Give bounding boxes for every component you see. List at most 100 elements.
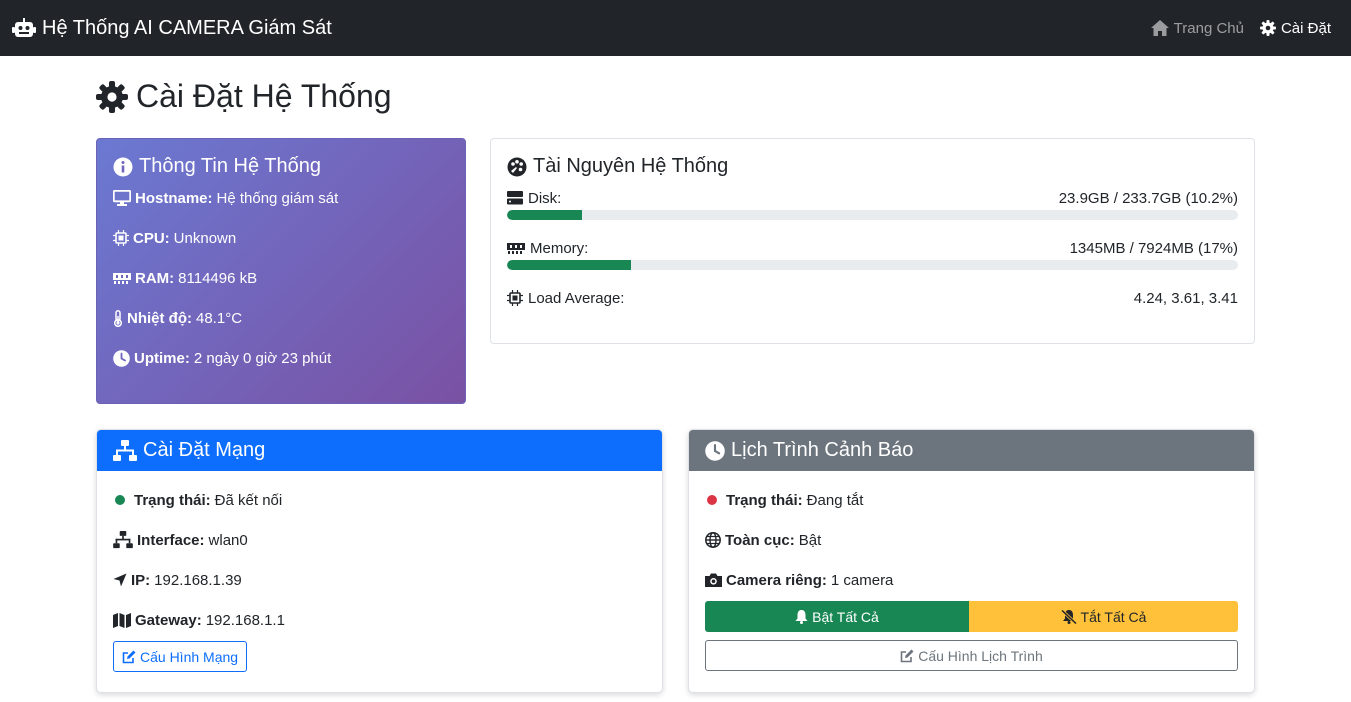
- uptime-row: Uptime: 2 ngày 0 giờ 23 phút: [113, 347, 449, 369]
- brand-title: Hệ Thống AI CAMERA Giám Sát: [42, 16, 332, 39]
- map-icon: [113, 612, 131, 628]
- alert-toggle-group: Bật Tất Cả Tắt Tất Cả: [705, 601, 1238, 632]
- network-title: Cài Đặt Mạng: [143, 439, 266, 461]
- info-icon: [113, 157, 133, 176]
- schedule-header: Lịch Trình Cảnh Báo: [689, 430, 1254, 471]
- disk-label: Disk:: [528, 189, 562, 207]
- thermometer-icon: [113, 309, 123, 327]
- load-value: 4.24, 3.61, 3.41: [1133, 289, 1238, 307]
- desktop-icon: [113, 190, 131, 206]
- hostname-value: Hệ thống giám sát: [216, 189, 339, 207]
- global-label: Toàn cục:: [725, 531, 795, 549]
- gateway-value: 192.168.1.1: [205, 611, 285, 629]
- disk-progress-bar: [507, 210, 1238, 220]
- robot-icon: [12, 18, 36, 37]
- palette-icon: [507, 157, 527, 176]
- ram-value: 8114496 kB: [178, 269, 258, 287]
- hard-drive-icon: [507, 191, 523, 205]
- edit-icon: [122, 650, 136, 663]
- home-icon: [1150, 20, 1169, 36]
- network-header: Cài Đặt Mạng: [97, 430, 662, 471]
- network-status-label: Trạng thái:: [134, 491, 211, 509]
- cpu-icon: [507, 290, 523, 306]
- ip-value: 192.168.1.39: [154, 571, 242, 589]
- location-arrow-icon: [113, 573, 127, 587]
- brand[interactable]: Hệ Thống AI CAMERA Giám Sát: [12, 17, 332, 40]
- gateway-label: Gateway:: [135, 611, 202, 629]
- load-label: Load Average:: [528, 289, 625, 307]
- system-info-header: Thông Tin Hệ Thống: [113, 155, 449, 178]
- memory-progress-bar: [507, 260, 1238, 270]
- navbar: Hệ Thống AI CAMERA Giám Sát Trang Chủ Cà…: [0, 0, 1351, 56]
- ip-row: IP: 192.168.1.39: [113, 569, 646, 591]
- hostname-row: Hostname: Hệ thống giám sát: [113, 187, 449, 209]
- temperature-label: Nhiệt độ:: [127, 309, 192, 327]
- schedule-card: Lịch Trình Cảnh Báo Trạng thái: Đang tắt…: [688, 429, 1255, 693]
- uptime-label: Uptime:: [134, 349, 190, 367]
- schedule-config-button[interactable]: Cấu Hình Lịch Trình: [705, 640, 1238, 671]
- gateway-row: Gateway: 192.168.1.1: [113, 609, 646, 631]
- temperature-row: Nhiệt độ: 48.1°C: [113, 307, 449, 329]
- disable-all-label: Tắt Tất Cả: [1080, 608, 1147, 625]
- nav-links: Trang Chủ Cài Đặt: [1135, 20, 1331, 37]
- hostname-label: Hostname:: [135, 189, 213, 207]
- load-row: Load Average: 4.24, 3.61, 3.41: [507, 287, 1238, 309]
- resources-title: Tài Nguyên Hệ Thống: [533, 155, 729, 177]
- network-config-label: Cấu Hình Mạng: [140, 648, 239, 665]
- nav-home-link[interactable]: Trang Chủ: [1150, 19, 1244, 37]
- camera-row: Camera riêng: 1 camera: [705, 569, 1238, 591]
- ip-label: IP:: [131, 571, 151, 589]
- memory-icon: [113, 273, 131, 284]
- schedule-status-value: Đang tắt: [806, 491, 864, 509]
- network-status-row: Trạng thái: Đã kết nối: [113, 489, 646, 511]
- bell-icon: [795, 609, 808, 624]
- page-title-text: Cài Đặt Hệ Thống: [136, 78, 392, 114]
- schedule-status-row: Trạng thái: Đang tắt: [705, 489, 1238, 511]
- memory-row: Memory: 1345MB / 7924MB (17%): [507, 237, 1238, 259]
- network-config-button[interactable]: Cấu Hình Mạng: [113, 641, 248, 672]
- camera-icon: [705, 573, 722, 587]
- disable-all-button[interactable]: Tắt Tất Cả: [969, 601, 1238, 632]
- status-dot: [115, 495, 125, 505]
- status-dot: [707, 495, 717, 505]
- gear-icon: [96, 80, 128, 113]
- interface-value: wlan0: [208, 531, 248, 549]
- schedule-config-label: Cấu Hình Lịch Trình: [918, 647, 1043, 664]
- schedule-status-label: Trạng thái:: [726, 491, 803, 509]
- cpu-icon: [113, 230, 129, 246]
- global-row: Toàn cục: Bật: [705, 529, 1238, 551]
- clock-icon: [705, 440, 725, 461]
- clock-icon: [113, 349, 130, 367]
- system-info-title: Thông Tin Hệ Thống: [139, 155, 321, 177]
- network-card: Cài Đặt Mạng Trạng thái: Đã kết nối Inte…: [96, 429, 663, 693]
- temperature-value: 48.1°C: [196, 309, 243, 327]
- disk-progress-fill: [507, 210, 582, 220]
- enable-all-button[interactable]: Bật Tất Cả: [705, 601, 969, 632]
- gear-icon: [1259, 20, 1276, 36]
- disk-value: 23.9GB / 233.7GB (10.2%): [1058, 189, 1238, 207]
- interface-label: Interface:: [137, 531, 205, 549]
- resources-header: Tài Nguyên Hệ Thống: [507, 155, 1238, 178]
- network-icon: [113, 439, 137, 461]
- cpu-row: CPU: Unknown: [113, 227, 449, 249]
- memory-value: 1345MB / 7924MB (17%): [1069, 239, 1238, 257]
- bell-slash-icon: [1060, 609, 1077, 624]
- globe-icon: [705, 532, 721, 548]
- memory-progress-fill: [507, 260, 632, 270]
- page-title: Cài Đặt Hệ Thống: [96, 78, 392, 115]
- disk-row: Disk: 23.9GB / 233.7GB (10.2%): [507, 187, 1238, 209]
- system-info-card: Thông Tin Hệ Thống Hostname: Hệ thống gi…: [96, 138, 466, 404]
- memory-icon: [507, 243, 525, 254]
- nav-home-label: Trang Chủ: [1173, 19, 1244, 37]
- schedule-title: Lịch Trình Cảnh Báo: [731, 439, 914, 461]
- ram-label: RAM:: [135, 269, 175, 287]
- uptime-value: 2 ngày 0 giờ 23 phút: [193, 349, 332, 367]
- network-status-value: Đã kết nối: [214, 491, 283, 509]
- nav-settings-link[interactable]: Cài Đặt: [1259, 20, 1331, 37]
- resources-card: Tài Nguyên Hệ Thống Disk: 23.9GB / 233.7…: [490, 138, 1255, 344]
- camera-label: Camera riêng:: [726, 571, 827, 589]
- edit-icon: [900, 649, 914, 662]
- camera-value: 1 camera: [830, 571, 894, 589]
- cpu-value: Unknown: [173, 229, 237, 247]
- ram-row: RAM: 8114496 kB: [113, 267, 449, 289]
